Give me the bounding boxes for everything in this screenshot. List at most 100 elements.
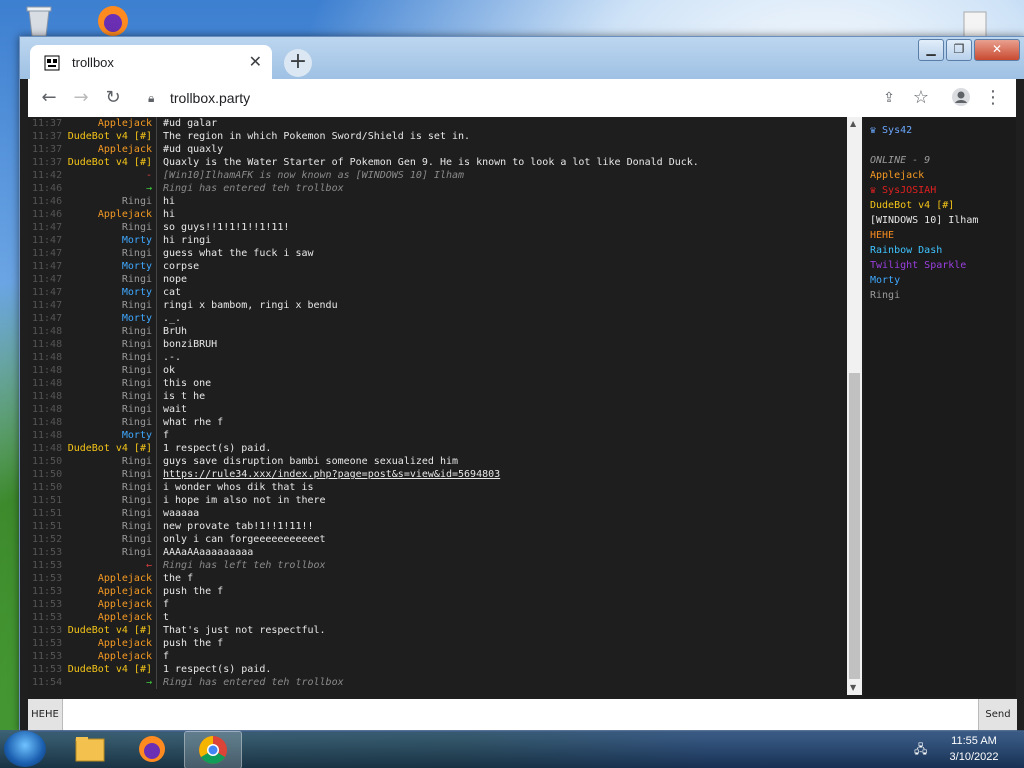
user-list-item[interactable]: Twilight Sparkle xyxy=(870,260,966,271)
message-text: AAAaAAaaaaaaaaa xyxy=(163,547,254,558)
message-nick[interactable]: Ringi xyxy=(66,403,152,416)
message-nick[interactable]: Ringi xyxy=(66,221,152,234)
scrollbar-thumb[interactable] xyxy=(849,373,860,679)
tab-trollbox[interactable]: trollbox ✕ xyxy=(30,45,272,81)
user-list-item[interactable]: Morty xyxy=(870,275,900,286)
message-nick[interactable]: Applejack xyxy=(66,208,152,221)
network-tray-icon[interactable]: 🖧︎ xyxy=(914,740,930,756)
minimize-button[interactable]: ▁ xyxy=(918,39,944,61)
chat-message-row: 11:53 DudeBot v4 [#] 1 respect(s) paid. xyxy=(28,663,846,676)
message-nick[interactable]: Ringi xyxy=(66,416,152,429)
message-nick[interactable]: → xyxy=(66,676,152,689)
share-icon[interactable]: ⇪ xyxy=(878,87,900,109)
message-timestamp: 11:53 xyxy=(32,651,63,662)
message-nick[interactable]: Ringi xyxy=(66,468,152,481)
row-divider xyxy=(156,637,157,650)
message-nick[interactable]: Applejack xyxy=(66,637,152,650)
scroll-down-icon[interactable]: ▼ xyxy=(850,683,856,692)
message-nick[interactable]: Ringi xyxy=(66,273,152,286)
bookmark-star-icon[interactable]: ☆ xyxy=(910,87,932,109)
chat-message-input[interactable] xyxy=(64,701,978,729)
message-text: f xyxy=(163,599,170,610)
start-button[interactable] xyxy=(4,731,46,767)
profile-icon[interactable] xyxy=(950,87,972,109)
message-nick[interactable]: Ringi xyxy=(66,325,152,338)
row-divider xyxy=(156,533,157,546)
message-timestamp: 11:48 xyxy=(32,365,63,376)
scroll-up-icon[interactable]: ▲ xyxy=(850,119,856,128)
forward-icon[interactable]: → xyxy=(70,87,92,109)
message-nick[interactable]: Morty xyxy=(66,234,152,247)
user-list-item[interactable]: HEHE xyxy=(870,230,894,241)
message-link[interactable]: https://rule34.xxx/index.php?page=post&s… xyxy=(163,469,500,480)
address-bar[interactable]: 🔒︎ trollbox.party xyxy=(142,81,882,115)
message-nick[interactable]: Ringi xyxy=(66,520,152,533)
message-nick[interactable]: Ringi xyxy=(66,195,152,208)
message-nick[interactable]: Ringi xyxy=(66,390,152,403)
message-nick[interactable]: DudeBot v4 [#] xyxy=(66,624,152,637)
message-text: 1 respect(s) paid. xyxy=(163,443,272,454)
message-nick[interactable]: - xyxy=(66,169,152,182)
firefox-desktop-icon[interactable] xyxy=(96,4,130,38)
user-list-item[interactable]: DudeBot v4 [#] xyxy=(870,200,954,211)
message-nick[interactable]: Ringi xyxy=(66,507,152,520)
message-nick[interactable]: Ringi xyxy=(66,247,152,260)
new-tab-button[interactable]: + xyxy=(284,49,312,77)
explorer-taskbar-icon[interactable] xyxy=(62,731,118,767)
message-nick[interactable]: Ringi xyxy=(66,481,152,494)
chrome-taskbar-icon[interactable] xyxy=(184,731,242,768)
message-nick[interactable]: Applejack xyxy=(66,598,152,611)
message-nick[interactable]: Ringi xyxy=(66,338,152,351)
message-nick[interactable]: Ringi xyxy=(66,546,152,559)
user-list-item[interactable]: Applejack xyxy=(870,170,924,181)
message-nick[interactable]: Ringi xyxy=(66,533,152,546)
user-list-item[interactable]: ♛ SysJOSIAH xyxy=(870,185,936,196)
message-nick[interactable]: Ringi xyxy=(66,377,152,390)
menu-kebab-icon[interactable]: ⋮ xyxy=(982,87,1004,109)
close-window-button[interactable]: ✕ xyxy=(974,39,1020,61)
message-nick[interactable]: Ringi xyxy=(66,494,152,507)
message-nick[interactable]: Morty xyxy=(66,429,152,442)
chat-scrollbar[interactable]: ▲ ▼ xyxy=(847,117,862,695)
chat-message-row: 11:53 Applejack push the f xyxy=(28,637,846,650)
chat-message-row: 11:48 Ringi .-. xyxy=(28,351,846,364)
message-nick[interactable]: Ringi xyxy=(66,351,152,364)
recycle-bin-icon[interactable] xyxy=(22,4,56,38)
message-nick[interactable]: Ringi xyxy=(66,455,152,468)
send-button[interactable]: Send xyxy=(978,699,1017,731)
browser-titlebar: trollbox ✕ + ▁ ❐ ✕ xyxy=(20,37,1024,81)
message-nick[interactable]: Ringi xyxy=(66,364,152,377)
taskbar-clock[interactable]: 11:55 AM 3/10/2022 xyxy=(940,733,1008,765)
user-list-item[interactable]: Ringi xyxy=(870,290,900,301)
message-nick[interactable]: DudeBot v4 [#] xyxy=(66,663,152,676)
message-nick[interactable]: Morty xyxy=(66,286,152,299)
message-text: .-. xyxy=(163,352,182,363)
message-nick[interactable]: Ringi xyxy=(66,299,152,312)
tab-close-icon[interactable]: ✕ xyxy=(249,52,262,71)
reload-icon[interactable]: ↻ xyxy=(102,87,124,109)
user-list-item[interactable]: Rainbow Dash xyxy=(870,245,942,256)
message-nick[interactable]: DudeBot v4 [#] xyxy=(66,156,152,169)
user-list-item[interactable]: [WINDOWS 10] Ilham xyxy=(870,215,978,226)
chat-message-row: 11:37 Applejack #ud galar xyxy=(28,117,846,130)
message-nick[interactable]: → xyxy=(66,182,152,195)
message-nick[interactable]: Applejack xyxy=(66,585,152,598)
message-nick[interactable]: Morty xyxy=(66,260,152,273)
message-nick[interactable]: Applejack xyxy=(66,650,152,663)
back-icon[interactable]: ← xyxy=(38,87,60,109)
firefox-taskbar-icon[interactable] xyxy=(124,731,180,767)
chat-message-row: 11:52 Ringi only i can forgeeeeeeeeeeet xyxy=(28,533,846,546)
message-nick[interactable]: Applejack xyxy=(66,117,152,130)
maximize-button[interactable]: ❐ xyxy=(946,39,972,61)
message-nick[interactable]: DudeBot v4 [#] xyxy=(66,442,152,455)
message-nick[interactable]: DudeBot v4 [#] xyxy=(66,130,152,143)
message-text: the f xyxy=(163,573,194,584)
nickname-button[interactable]: HEHE xyxy=(28,699,63,731)
message-nick[interactable]: Applejack xyxy=(66,572,152,585)
message-nick[interactable]: Applejack xyxy=(66,611,152,624)
message-nick[interactable]: Morty xyxy=(66,312,152,325)
message-nick[interactable]: ← xyxy=(66,559,152,572)
message-timestamp: 11:53 xyxy=(32,599,63,610)
url-text[interactable]: trollbox.party xyxy=(170,90,250,106)
message-nick[interactable]: Applejack xyxy=(66,143,152,156)
